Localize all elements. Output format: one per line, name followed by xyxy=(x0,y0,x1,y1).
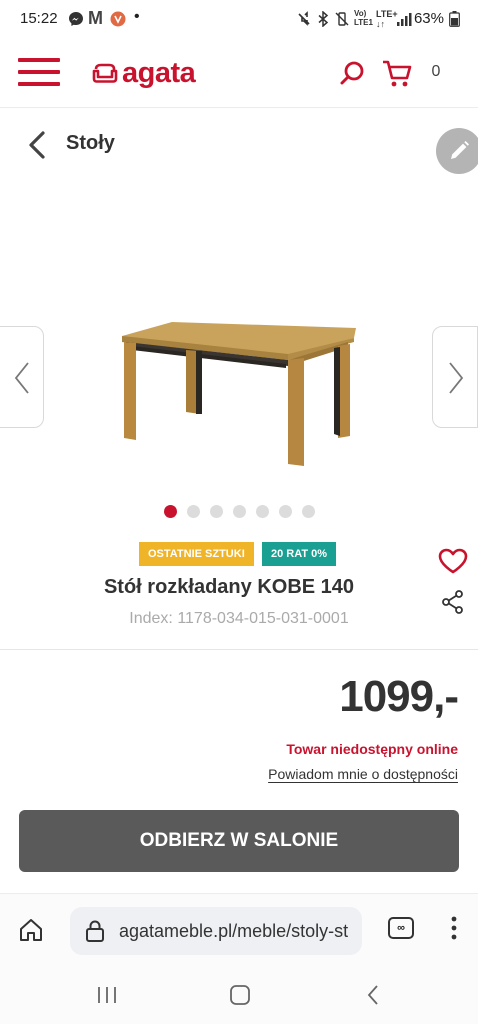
badge-installments: 20 RAT 0% xyxy=(262,542,337,566)
url-text: agatameble.pl/meble/stoly-st xyxy=(119,921,349,941)
status-bar: 15:22 M • Vo) LTE1 LTE+ ↓↑ 63% xyxy=(0,0,478,36)
recent-apps-icon[interactable] xyxy=(96,985,118,1005)
pickup-in-store-button[interactable]: ODBIERZ W SALONIE xyxy=(19,810,459,872)
divider xyxy=(0,649,478,650)
address-bar[interactable]: agatameble.pl/meble/stoly-st xyxy=(70,907,362,955)
chevron-left-icon xyxy=(14,362,29,394)
vibrate-off-icon xyxy=(335,12,349,26)
gallery-dot[interactable] xyxy=(279,505,292,518)
gallery-dots xyxy=(164,505,315,518)
cart-icon[interactable] xyxy=(382,60,412,88)
gallery-next-button[interactable] xyxy=(432,326,478,428)
gallery-dot[interactable] xyxy=(233,505,246,518)
browser-toolbar: agatameble.pl/meble/stoly-st ∞ xyxy=(0,893,478,967)
notify-availability-link[interactable]: Powiadom mnie o dostępności xyxy=(268,766,458,782)
pencil-icon xyxy=(451,141,469,159)
badge-last-items: OSTATNIE SZTUKI xyxy=(139,542,254,566)
edit-button[interactable] xyxy=(436,128,478,174)
status-dot: • xyxy=(134,8,140,25)
tabs-icon[interactable]: ∞ xyxy=(388,917,414,939)
menu-icon[interactable] xyxy=(18,58,60,86)
battery-level: 63% xyxy=(413,10,444,27)
gallery-dot[interactable] xyxy=(302,505,315,518)
bluetooth-icon xyxy=(318,11,329,27)
messenger-icon xyxy=(69,12,83,26)
gallery-dot[interactable] xyxy=(187,505,200,518)
site-logo[interactable]: agata xyxy=(92,56,196,90)
gallery-dot[interactable] xyxy=(210,505,223,518)
vivaldi-icon xyxy=(110,11,126,27)
volte-icon: Vo) LTE1 xyxy=(354,9,373,27)
availability-status: Towar niedostępny online xyxy=(286,741,458,757)
breadcrumb-category[interactable]: Stoły xyxy=(66,132,115,155)
product-index: Index: 1178-034-015-031-0001 xyxy=(129,610,349,627)
chevron-right-icon xyxy=(449,362,464,394)
gallery-prev-button[interactable] xyxy=(0,326,44,428)
product-title: Stół rozkładany KOBE 140 xyxy=(103,576,355,598)
product-image[interactable] xyxy=(112,316,364,472)
wishlist-heart-icon[interactable] xyxy=(438,548,468,574)
home-nav-icon[interactable] xyxy=(229,984,251,1006)
mute-icon xyxy=(298,11,310,26)
product-price: 1099,- xyxy=(339,672,459,721)
cart-count: 0 xyxy=(431,63,441,80)
gallery-dot[interactable] xyxy=(256,505,269,518)
gallery-dot[interactable] xyxy=(164,505,177,518)
sofa-logo-icon xyxy=(92,63,118,83)
status-time: 15:22 xyxy=(20,10,58,27)
battery-icon xyxy=(449,11,460,27)
network-type: LTE+ ↓↑ xyxy=(376,9,398,29)
search-icon[interactable] xyxy=(340,60,366,86)
system-nav-bar xyxy=(0,967,478,1024)
home-icon[interactable] xyxy=(18,917,44,943)
back-arrow-icon[interactable] xyxy=(26,130,48,160)
site-header: agata 0 xyxy=(0,36,478,108)
signal-icon xyxy=(397,13,412,26)
lock-icon[interactable] xyxy=(84,919,106,943)
back-nav-icon[interactable] xyxy=(366,984,380,1006)
gmail-icon: M xyxy=(88,8,103,28)
more-vert-icon[interactable] xyxy=(450,915,458,941)
logo-text: agata xyxy=(122,56,196,89)
